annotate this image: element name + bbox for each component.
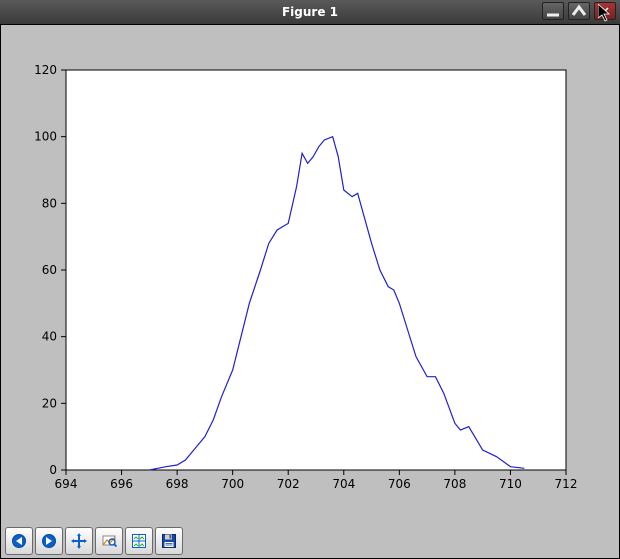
x-tick-label: 700	[221, 477, 244, 491]
back-button[interactable]	[35, 527, 63, 555]
save-button[interactable]	[155, 527, 183, 555]
client-area: 694 696 698 700 702 704 706 708 710 712 0 20 40 60 80 1…	[0, 24, 620, 559]
zoom-button[interactable]	[95, 527, 123, 555]
x-tick-label: 694	[55, 477, 78, 491]
pan-button[interactable]	[65, 527, 93, 555]
x-tick-label: 704	[332, 477, 355, 491]
y-tick-label: 100	[34, 130, 57, 144]
x-tick-label: 706	[388, 477, 411, 491]
x-tick-label: 702	[277, 477, 300, 491]
close-button[interactable]	[594, 2, 616, 20]
pan-icon	[71, 533, 87, 549]
y-tick-label: 120	[34, 63, 57, 77]
home-button[interactable]	[5, 527, 33, 555]
back-arrow-icon	[41, 533, 57, 549]
x-tick-label: 712	[555, 477, 578, 491]
chart-canvas: 694 696 698 700 702 704 706 708 710 712 0 20 40 60 80 1…	[1, 40, 591, 510]
x-tick-label: 710	[499, 477, 522, 491]
y-tick-label: 60	[42, 263, 57, 277]
maximize-button[interactable]	[568, 2, 590, 20]
window-title: Figure 1	[0, 5, 620, 19]
x-tick-label: 698	[166, 477, 189, 491]
subplots-icon	[131, 533, 147, 549]
x-tick-label: 708	[443, 477, 466, 491]
matplotlib-toolbar	[5, 528, 183, 554]
y-tick-label: 0	[49, 463, 57, 477]
floppy-disk-icon	[161, 533, 177, 549]
zoom-icon	[101, 533, 117, 549]
y-tick-label: 80	[42, 196, 57, 210]
home-icon	[11, 533, 27, 549]
titlebar: Figure 1	[0, 0, 620, 24]
subplots-button[interactable]	[125, 527, 153, 555]
x-tick-label: 696	[110, 477, 133, 491]
y-tick-label: 40	[42, 330, 57, 344]
y-tick-label: 20	[42, 396, 57, 410]
window-buttons	[542, 2, 616, 20]
plot-area: 694 696 698 700 702 704 706 708 710 712 0 20 40 60 80 1…	[1, 40, 619, 523]
minimize-button[interactable]	[542, 2, 564, 20]
